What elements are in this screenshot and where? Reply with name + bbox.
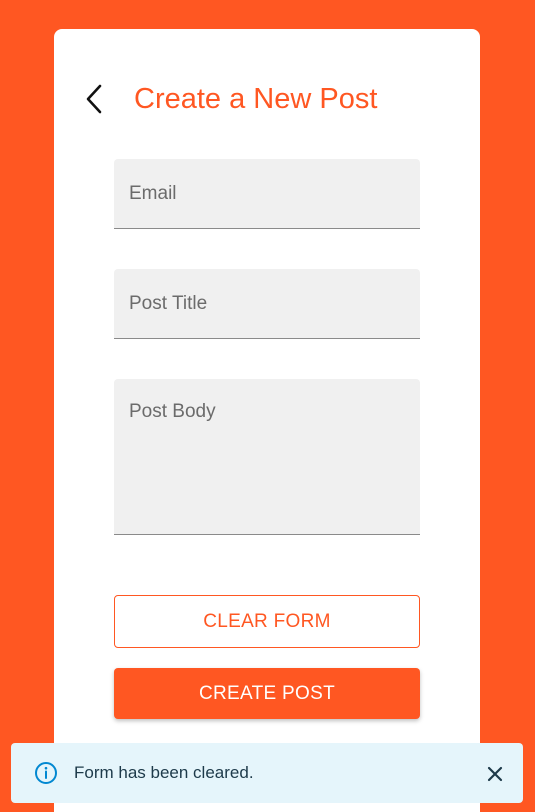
chevron-left-icon	[86, 84, 102, 114]
toast-notification: Form has been cleared.	[11, 743, 523, 803]
create-post-card: Create a New Post CLEAR FORM CREATE POST	[54, 29, 480, 812]
post-body-field	[114, 379, 420, 535]
post-title-input[interactable]	[114, 269, 420, 338]
post-title-field	[114, 269, 420, 339]
close-icon[interactable]	[485, 764, 505, 784]
page-title: Create a New Post	[134, 83, 378, 115]
email-input[interactable]	[114, 159, 420, 228]
clear-form-button[interactable]: CLEAR FORM	[114, 595, 420, 648]
info-circle-icon	[35, 762, 57, 784]
toast-message: Form has been cleared.	[74, 763, 254, 782]
email-field	[114, 159, 420, 229]
create-post-button[interactable]: CREATE POST	[114, 668, 420, 719]
post-body-textarea[interactable]	[114, 379, 420, 534]
back-button[interactable]	[82, 83, 106, 115]
